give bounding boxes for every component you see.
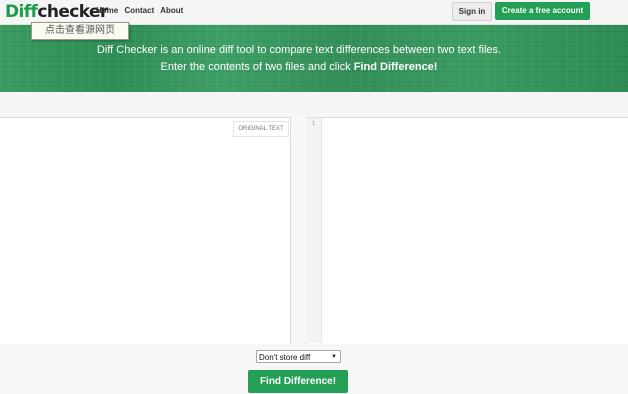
nav-contact-link[interactable]: Contact bbox=[124, 6, 154, 15]
banner-instruction: Enter the contents of two files and clic… bbox=[0, 61, 598, 73]
logo-part-diff: Diff bbox=[5, 2, 38, 22]
find-difference-button[interactable]: Find Difference! bbox=[248, 370, 348, 393]
original-text-label: ORIGINAL TEXT bbox=[233, 121, 289, 137]
nav-about-link[interactable]: About bbox=[160, 6, 183, 15]
signin-button[interactable]: Sign in bbox=[452, 2, 492, 21]
view-source-tooltip[interactable]: 点击查看源网页 bbox=[31, 22, 129, 40]
banner-instruction-text: Enter the contents of two files and clic… bbox=[160, 61, 354, 73]
line-number: 1 bbox=[312, 121, 316, 127]
main-nav: Home Contact About bbox=[96, 6, 187, 15]
original-text-editor[interactable] bbox=[0, 117, 291, 345]
diffchecker-logo[interactable]: Diffchecker bbox=[5, 1, 108, 23]
changed-text-editor[interactable] bbox=[306, 117, 628, 345]
line-number-gutter bbox=[306, 118, 322, 343]
banner-description: Diff Checker is an online diff tool to c… bbox=[96, 44, 502, 56]
banner-instruction-bold: Find Difference! bbox=[353, 61, 438, 73]
store-diff-select[interactable]: Don't store diff ▼ bbox=[256, 350, 341, 363]
create-account-button[interactable]: Create a free account bbox=[495, 2, 590, 20]
store-diff-selected-value: Don't store diff bbox=[259, 353, 311, 362]
banner-separator bbox=[0, 92, 628, 115]
dropdown-caret-icon: ▼ bbox=[331, 354, 337, 360]
nav-home-link[interactable]: Home bbox=[96, 6, 118, 15]
